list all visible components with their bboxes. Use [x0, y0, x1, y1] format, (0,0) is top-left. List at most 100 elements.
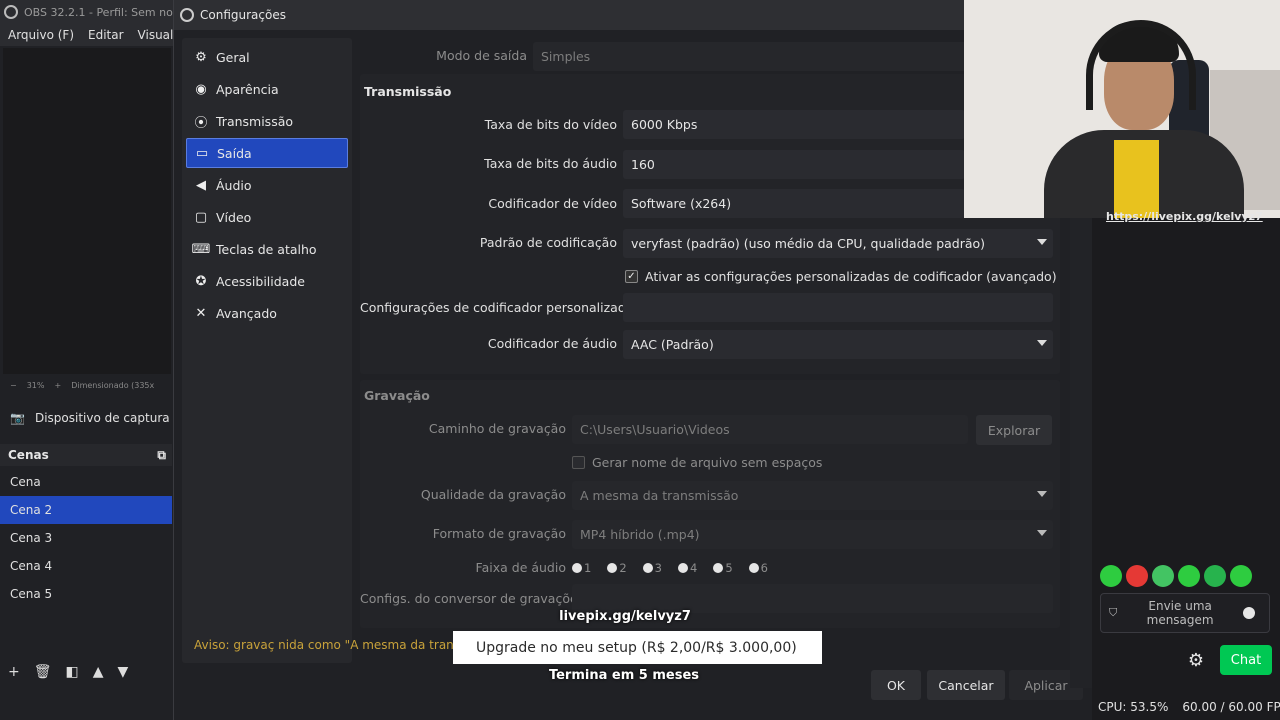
- streaming-title: Transmissão: [364, 84, 452, 99]
- palette-icon: ◉: [195, 81, 207, 97]
- output-mode-select[interactable]: Simples: [533, 42, 973, 71]
- custom-settings-input[interactable]: [623, 293, 1053, 322]
- nav-item-label: Transmissão: [216, 113, 294, 129]
- settings-content: Modo de saída Simples Transmissão Taxa d…: [360, 38, 1065, 628]
- menu-edit[interactable]: Editar: [88, 28, 124, 42]
- nav-item-advanced[interactable]: ✕ Avançado: [186, 298, 348, 328]
- webcam-feed: [964, 0, 1280, 218]
- chevron-down-icon: [1037, 530, 1047, 536]
- nav-item-label: Saída: [217, 145, 252, 161]
- emote-icon[interactable]: [1230, 565, 1252, 587]
- chat-input[interactable]: ⛉ Envie uma mensagem: [1100, 593, 1270, 633]
- accessibility-icon: ✪: [195, 273, 207, 289]
- scene-item-selected[interactable]: Cena 2: [0, 496, 172, 524]
- audio-bitrate-select[interactable]: 160: [623, 150, 965, 179]
- video-encoder-label: Codificador de vídeo: [488, 196, 617, 211]
- dialog-edge: [1070, 218, 1092, 688]
- scene-item[interactable]: Cena: [0, 468, 172, 496]
- browse-button[interactable]: Explorar: [976, 415, 1052, 445]
- nav-item-stream[interactable]: ⦿ Transmissão: [186, 106, 348, 136]
- recording-format-value: MP4 híbrido (.mp4): [580, 527, 700, 542]
- chevron-down-icon: [1037, 491, 1047, 497]
- preview-canvas: [3, 48, 171, 374]
- scene-item[interactable]: Cena 4: [0, 552, 172, 580]
- chat-button[interactable]: Chat: [1220, 645, 1272, 675]
- cpu-usage: CPU: 53.5%: [1098, 700, 1169, 714]
- speaker-icon: ◀: [196, 177, 206, 193]
- recording-quality-select[interactable]: A mesma da transmissão: [572, 481, 1053, 510]
- video-encoder-select[interactable]: Software (x264): [623, 189, 965, 218]
- nav-item-general[interactable]: ⚙ Geral: [186, 42, 348, 72]
- checkbox-box: [572, 456, 585, 469]
- recording-quality-label: Qualidade da gravação: [420, 487, 566, 502]
- audio-bitrate-label: Taxa de bits do áudio: [484, 156, 617, 171]
- chat-link[interactable]: https://livepix.gg/kelvyz7: [1106, 210, 1266, 223]
- zoom-out-icon[interactable]: −: [10, 381, 17, 390]
- gear-icon: ⚙: [195, 49, 207, 65]
- emoji-icon[interactable]: [1243, 607, 1255, 619]
- video-bitrate-input[interactable]: 6000 Kbps: [623, 110, 965, 139]
- nav-item-label: Acessibilidade: [216, 273, 305, 289]
- emote-icon[interactable]: [1204, 565, 1226, 587]
- emote-icon[interactable]: [1126, 565, 1148, 587]
- cancel-button[interactable]: Cancelar: [927, 670, 1005, 700]
- scene-item[interactable]: Cena 3: [0, 524, 172, 552]
- broadcast-icon: ⦿: [194, 115, 208, 131]
- zoom-in-icon[interactable]: +: [54, 381, 61, 390]
- preset-select[interactable]: veryfast (padrão) (uso médio da CPU, qua…: [623, 229, 1053, 258]
- shield-icon: ⛉: [1109, 606, 1118, 619]
- scene-item[interactable]: Cena 5: [0, 580, 172, 608]
- menu-view[interactable]: Visualiz: [138, 28, 175, 42]
- filter-icon[interactable]: ◧: [66, 664, 79, 680]
- preset-value: veryfast (padrão) (uso médio da CPU, qua…: [631, 236, 986, 251]
- audio-track-radio[interactable]: 3: [642, 561, 662, 575]
- nav-item-hotkeys[interactable]: ⌨ Teclas de atalho: [186, 234, 348, 264]
- wrench-icon: ✕: [195, 305, 207, 321]
- emote-icon[interactable]: [1178, 565, 1200, 587]
- obs-title: OBS 32.2.1 - Perfil: Sem nome: [24, 5, 175, 19]
- obs-title-bar: OBS 32.2.1 - Perfil: Sem nome: [0, 0, 175, 24]
- move-up-icon[interactable]: ▲: [93, 664, 104, 680]
- menu-file[interactable]: Arquivo (F): [8, 28, 74, 42]
- gear-icon[interactable]: ⚙: [1185, 649, 1207, 671]
- recording-quality-value: A mesma da transmissão: [580, 488, 739, 503]
- trash-icon[interactable]: 🗑: [34, 664, 52, 680]
- obs-logo-icon: [4, 5, 18, 19]
- emote-icon[interactable]: [1100, 565, 1122, 587]
- scenes-list: Cena Cena 2 Cena 3 Cena 4 Cena 5: [0, 468, 172, 608]
- emote-icon[interactable]: [1152, 565, 1174, 587]
- goal-deadline: Termina em 5 meses: [548, 668, 700, 683]
- chat-placeholder: Envie uma mensagem: [1146, 599, 1214, 627]
- audio-track-radio[interactable]: 2: [607, 561, 627, 575]
- audio-encoder-select[interactable]: AAC (Padrão): [623, 330, 1053, 359]
- custom-encoder-checkbox[interactable]: ✓ Ativar as configurações personalizadas…: [625, 269, 1057, 284]
- nav-item-audio[interactable]: ◀ Áudio: [186, 170, 348, 200]
- custom-settings-label: Configurações de codificador personaliza…: [360, 300, 640, 315]
- nav-item-accessibility[interactable]: ✪ Acessibilidade: [186, 266, 348, 296]
- undock-icon[interactable]: ⧉: [157, 448, 166, 463]
- audio-track-radio[interactable]: 1: [572, 561, 591, 575]
- recording-path-input[interactable]: C:\Users\Usuario\Videos: [572, 415, 968, 444]
- add-icon[interactable]: +: [8, 664, 20, 680]
- no-space-checkbox[interactable]: Gerar nome de arquivo sem espaços: [572, 455, 822, 470]
- recording-format-select[interactable]: MP4 híbrido (.mp4): [572, 520, 1053, 549]
- dialog-title-bar: Configurações: [174, 0, 965, 30]
- audio-tracks-label: Faixa de áudio: [475, 560, 566, 575]
- nav-item-appearance[interactable]: ◉ Aparência: [186, 74, 348, 104]
- nav-item-output[interactable]: ▭ Saída: [186, 138, 348, 168]
- scenes-dock-header: Cenas ⧉: [0, 444, 172, 466]
- ok-button[interactable]: OK: [871, 670, 921, 700]
- source-name[interactable]: Dispositivo de captura d: [35, 411, 172, 425]
- move-down-icon[interactable]: ▼: [118, 664, 129, 680]
- audio-track-radio[interactable]: 5: [713, 561, 733, 575]
- audio-track-radio[interactable]: 4: [677, 561, 697, 575]
- source-toolbar: 📷 Dispositivo de captura d: [0, 404, 172, 432]
- nav-item-label: Áudio: [216, 177, 252, 193]
- audio-track-radio[interactable]: 6: [748, 561, 768, 575]
- nav-item-video[interactable]: ▢ Vídeo: [186, 202, 348, 232]
- nav-item-label: Avançado: [216, 305, 277, 321]
- obs-menu-bar: Arquivo (F) Editar Visualiz: [0, 24, 175, 46]
- custom-encoder-checkbox-label: Ativar as configurações personalizadas d…: [645, 269, 1057, 284]
- livepix-link: livepix.gg/kelvyz7: [559, 609, 691, 624]
- nav-item-label: Vídeo: [216, 209, 252, 225]
